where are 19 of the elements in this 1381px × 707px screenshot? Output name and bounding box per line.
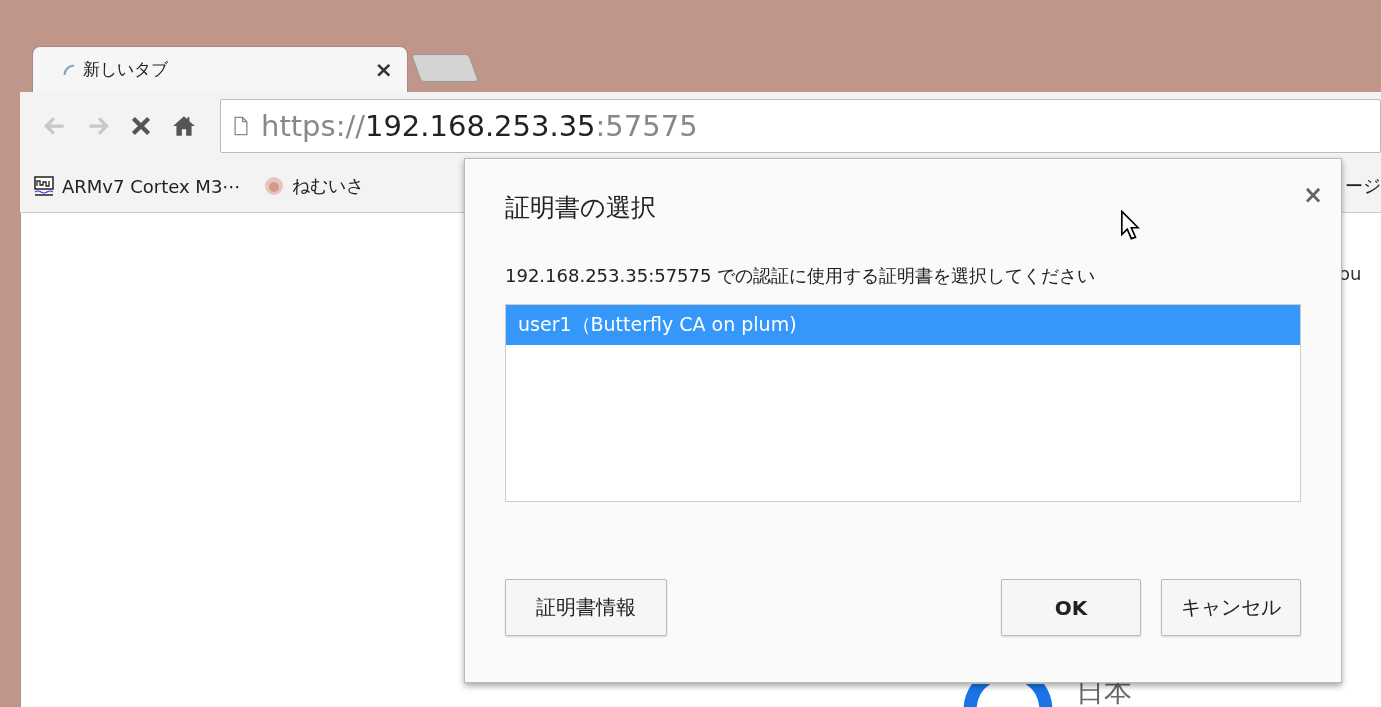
bookmark-item[interactable]: ージ (1345, 174, 1381, 198)
close-button[interactable]: × (1302, 181, 1323, 209)
cancel-button[interactable]: キャンセル (1161, 579, 1301, 636)
close-tab-button[interactable]: × (374, 57, 393, 82)
ring-icon (963, 684, 1053, 707)
address-bar[interactable]: https://192.168.253.35:57575 (220, 99, 1381, 153)
cursor-icon (1120, 210, 1140, 240)
page-icon (233, 116, 249, 136)
dialog-title: 証明書の選択 (505, 192, 656, 224)
browser-tab[interactable]: 新しいタブ × (32, 46, 408, 92)
ok-button[interactable]: OK (1001, 579, 1141, 636)
dialog-message: 192.168.253.35:57575 での認証に使用する証明書を選択してください (505, 264, 1097, 288)
bookmark-item[interactable]: ARMv7 Cortex M3⋯ (34, 175, 241, 197)
url-text: https://192.168.253.35:57575 (261, 109, 698, 143)
bookmark-item[interactable]: ねむいさ (264, 174, 365, 198)
tab-title: 新しいタブ (83, 58, 169, 81)
certificate-info-button[interactable]: 証明書情報 (505, 579, 667, 636)
bookmark-icon (264, 176, 285, 196)
chart-icon (34, 176, 54, 196)
